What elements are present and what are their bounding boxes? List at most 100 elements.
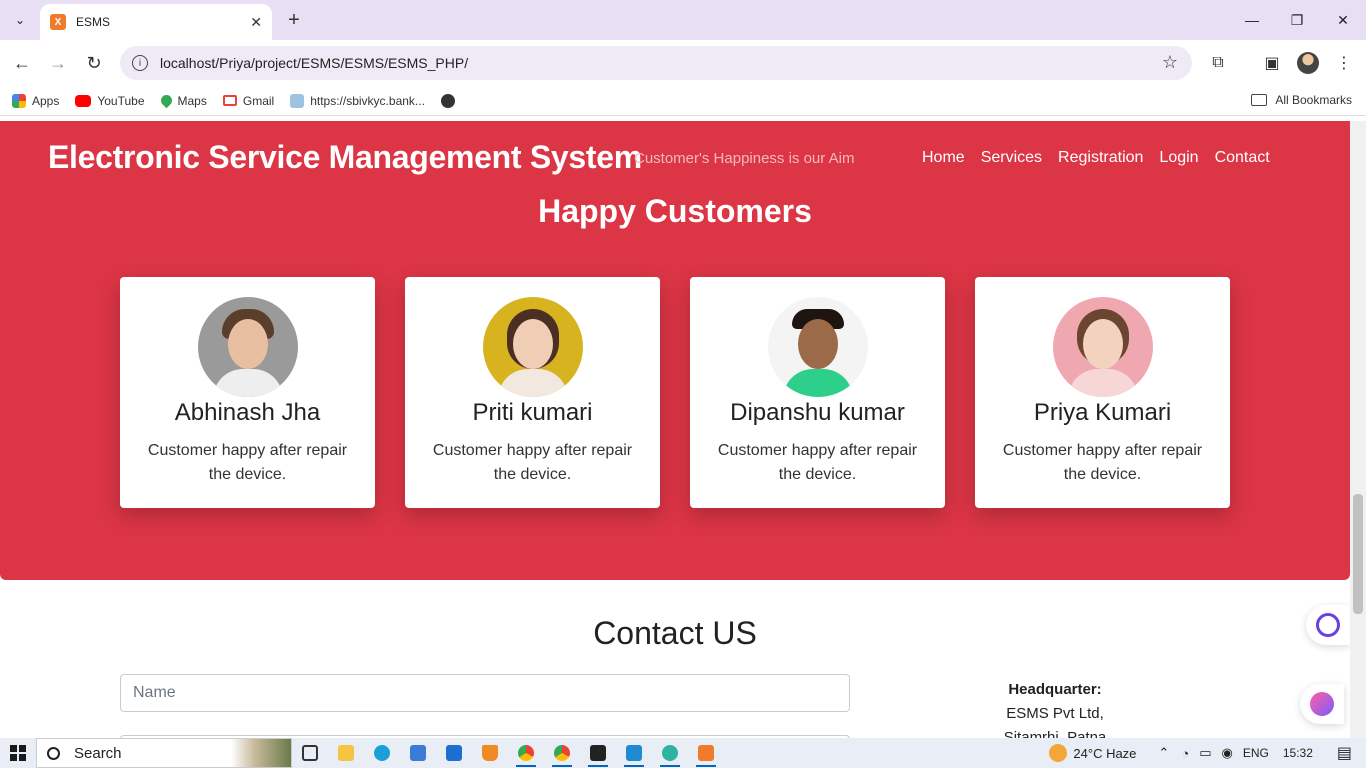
search-icon	[47, 746, 60, 760]
system-tray: 24°C Haze ⌃ ◔ ▭ ◉ ENG 15:32 ▤	[1049, 738, 1366, 768]
customer-name: Dipanshu kumar	[730, 399, 905, 426]
extensions-puzzle-icon[interactable]: ⧉	[1208, 53, 1228, 73]
windows-taskbar: Search 24°C Haze ⌃ ◔ ▭ ◉ ENG 15:32 ▤	[0, 738, 1366, 768]
nav-home[interactable]: Home	[922, 149, 965, 167]
nav-contact[interactable]: Contact	[1215, 149, 1270, 167]
chrome-icon[interactable]	[508, 738, 544, 768]
youtube-icon	[75, 94, 92, 107]
customer-card: Priya Kumari Customer happy after repair…	[975, 277, 1230, 508]
network-wifi-icon[interactable]: ◔	[1181, 746, 1189, 761]
bookmark-maps[interactable]: Maps	[158, 92, 207, 109]
customer-testimonial: Customer happy after repair the device.	[717, 442, 918, 483]
bookmark-globe[interactable]	[440, 93, 461, 108]
happy-customers-section: Electronic Service Management System Cus…	[0, 121, 1350, 580]
nav-registration[interactable]: Registration	[1058, 149, 1143, 167]
start-button[interactable]	[0, 738, 36, 768]
bookmark-label: YouTube	[97, 93, 145, 108]
menu-kebab-icon[interactable]: ⋮	[1334, 53, 1354, 73]
nav-services[interactable]: Services	[981, 149, 1042, 167]
customer-name: Abhinash Jha	[174, 399, 321, 426]
restore-icon[interactable]: ❐	[1285, 8, 1309, 32]
clock-time[interactable]: 15:32	[1283, 746, 1313, 760]
edge-dev-icon[interactable]	[652, 738, 688, 768]
customer-card: Priti kumari Customer happy after repair…	[405, 277, 660, 508]
customer-photo	[197, 297, 298, 397]
back-arrow-icon[interactable]: ←	[10, 51, 34, 75]
profile-avatar[interactable]	[1297, 52, 1319, 74]
tab-close-icon[interactable]: ✕	[250, 14, 262, 31]
apps-grid-icon	[12, 93, 26, 108]
camera-icon[interactable]: ◉	[1221, 745, 1232, 761]
customer-photo	[1052, 297, 1153, 397]
hq-line2: Sitamrhi, Patna	[1003, 729, 1107, 738]
bookmark-star-icon[interactable]: ☆	[1162, 52, 1178, 73]
tab-title: ESMS	[76, 15, 111, 29]
chrome-profile-icon[interactable]	[544, 738, 580, 768]
bookmark-label: Gmail	[242, 93, 275, 108]
site-brand[interactable]: Electronic Service Management System	[48, 139, 642, 176]
customer-card: Dipanshu kumar Customer happy after repa…	[690, 277, 945, 508]
terminal-icon[interactable]	[580, 738, 616, 768]
language-indicator[interactable]: ENG	[1243, 746, 1269, 760]
weather-haze-icon	[1049, 744, 1068, 762]
forward-arrow-icon[interactable]: →	[46, 51, 70, 75]
bookmark-apps[interactable]: Apps	[12, 93, 59, 108]
window-close-icon[interactable]: ✕	[1331, 8, 1355, 32]
bookmark-gmail[interactable]: Gmail	[222, 93, 275, 108]
mail-icon[interactable]	[436, 738, 472, 768]
taskbar-search-label: Search	[74, 744, 122, 762]
all-bookmarks[interactable]: All Bookmarks	[1251, 93, 1352, 107]
hq-line1: ESMS Pvt Ltd,	[1006, 705, 1104, 722]
side-panel-icon[interactable]: ▣	[1262, 53, 1282, 73]
assistant-bot-button[interactable]	[1306, 605, 1350, 645]
customer-photo	[482, 297, 583, 397]
bot-face-icon	[1316, 613, 1340, 637]
page-scrollbar[interactable]	[1350, 121, 1366, 738]
store-icon[interactable]	[400, 738, 436, 768]
customer-name: Priti kumari	[472, 399, 593, 426]
xampp-icon[interactable]	[688, 738, 724, 768]
site-tagline: Customer's Happiness is our Aim	[634, 150, 855, 167]
page-viewport: Electronic Service Management System Cus…	[0, 121, 1350, 738]
customer-name: Priya Kumari	[1033, 399, 1172, 426]
task-view-icon[interactable]	[292, 738, 328, 768]
name-input[interactable]	[120, 674, 850, 712]
vscode-icon[interactable]	[616, 738, 652, 768]
browser-toolbar: ← → ↻ i localhost/Priya/project/ESMS/ESM…	[0, 40, 1366, 86]
show-hidden-icons-chevron-icon[interactable]: ⌃	[1158, 745, 1169, 761]
nav-login[interactable]: Login	[1159, 149, 1198, 167]
minimize-icon[interactable]: —	[1240, 8, 1264, 32]
happy-customers-title: Happy Customers	[538, 193, 812, 229]
all-bookmarks-label: All Bookmarks	[1275, 93, 1352, 107]
site-info-icon[interactable]: i	[132, 55, 148, 71]
edge-icon[interactable]	[364, 738, 400, 768]
battery-icon[interactable]: ▭	[1199, 745, 1211, 761]
globe-icon	[440, 93, 455, 108]
xampp-favicon-icon: X	[50, 14, 66, 30]
tab-search-chevron-icon[interactable]: ⌄	[8, 8, 32, 32]
vlc-icon[interactable]	[472, 738, 508, 768]
reload-icon[interactable]: ↻	[82, 51, 106, 75]
brain-icon	[1310, 692, 1334, 716]
scrollbar-thumb[interactable]	[1353, 494, 1363, 614]
hq-label: Headquarter:	[1008, 681, 1102, 698]
contact-title: Contact US	[593, 615, 757, 651]
new-tab-plus-icon[interactable]: +	[282, 8, 306, 32]
customer-card: Abhinash Jha Customer happy after repair…	[120, 277, 375, 508]
maps-pin-icon	[158, 92, 174, 109]
customer-photo	[767, 297, 868, 397]
address-bar[interactable]: i localhost/Priya/project/ESMS/ESMS/ESMS…	[120, 46, 1192, 80]
ai-brain-button[interactable]	[1300, 684, 1344, 724]
weather-text[interactable]: 24°C Haze	[1073, 746, 1136, 761]
browser-tab[interactable]: X ESMS ✕	[40, 4, 272, 40]
windows-logo-icon	[10, 745, 26, 761]
file-explorer-icon[interactable]	[328, 738, 364, 768]
gmail-icon	[222, 95, 237, 106]
taskbar-search[interactable]: Search	[36, 738, 292, 768]
bookmark-youtube[interactable]: YouTube	[75, 93, 145, 108]
bookmark-sbi[interactable]: https://sbivkyc.bank...	[290, 93, 425, 108]
url-text: localhost/Priya/project/ESMS/ESMS/ESMS_P…	[160, 55, 469, 71]
notifications-icon[interactable]: ▤	[1337, 743, 1352, 763]
main-nav: Home Services Registration Login Contact	[922, 149, 1270, 167]
headquarter-info: Headquarter: ESMS Pvt Ltd, Sitamrhi, Pat…	[980, 678, 1130, 738]
